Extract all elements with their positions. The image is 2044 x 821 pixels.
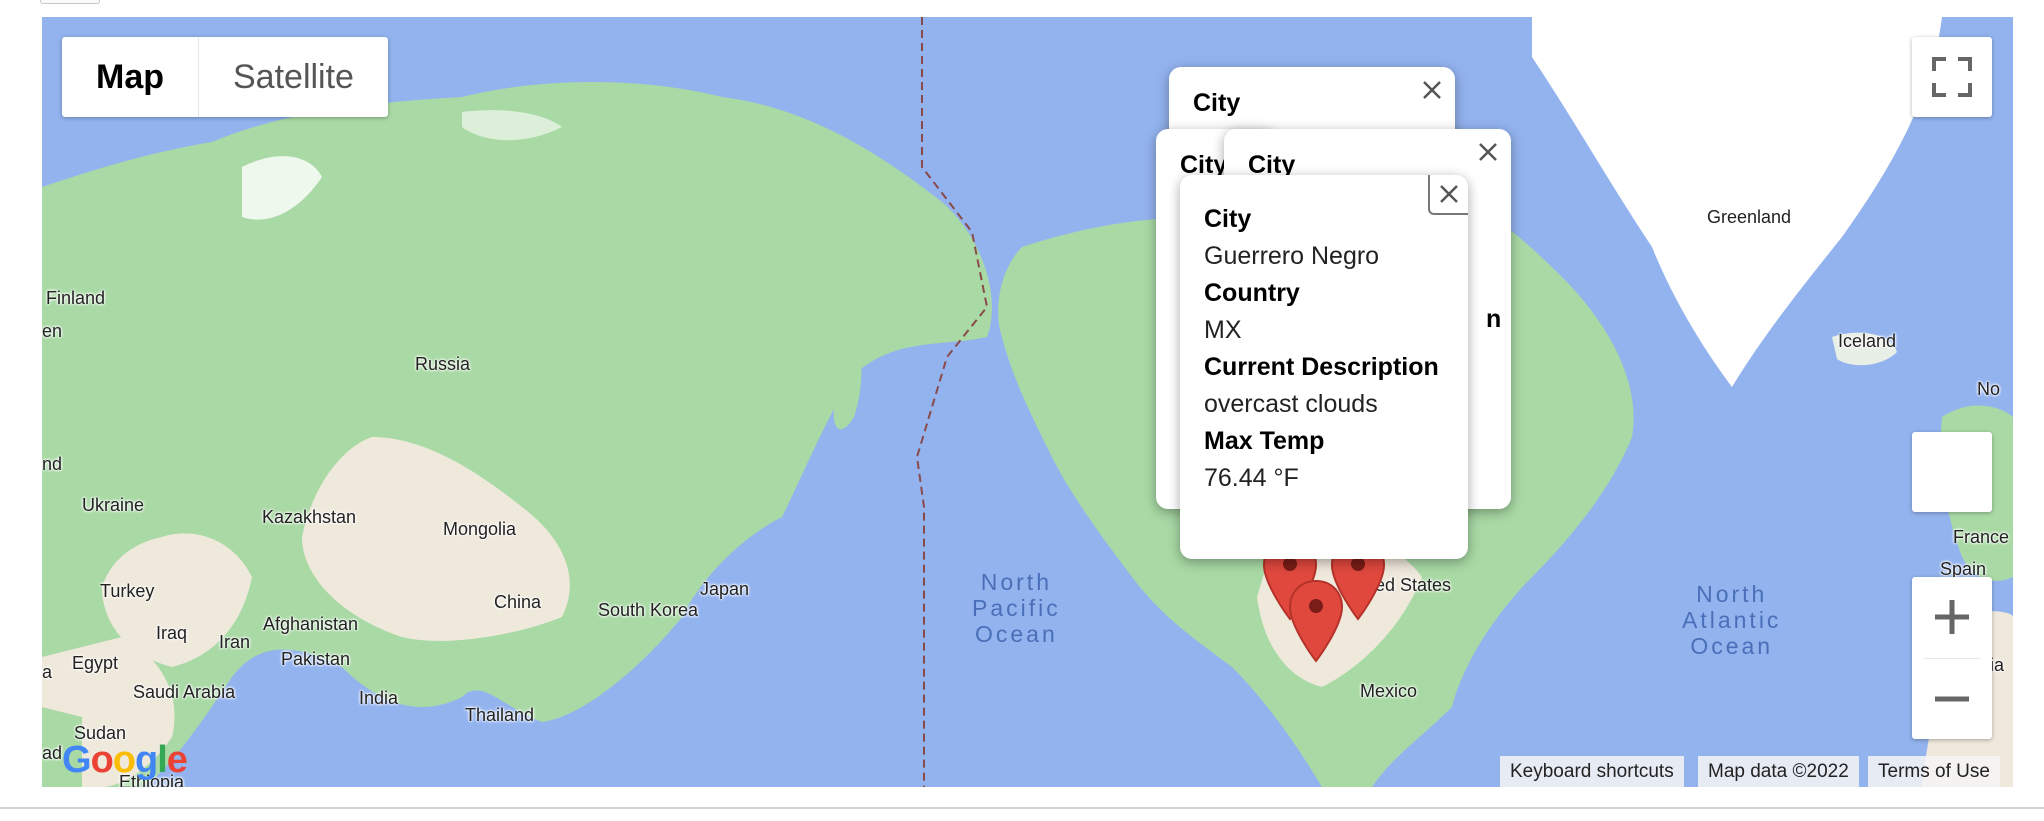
- label-afghanistan: Afghanistan: [263, 614, 359, 634]
- label-turkey: Turkey: [100, 581, 155, 601]
- label-north-atlantic-ocean: North Atlantic Ocean: [1682, 581, 1782, 659]
- label-edge-a: a: [42, 662, 53, 682]
- minus-icon[interactable]: [1912, 659, 1992, 739]
- label-south-korea: South Korea: [598, 600, 699, 620]
- label-egypt: Egypt: [72, 653, 119, 673]
- label-iceland: Iceland: [1838, 331, 1897, 351]
- country-value: MX: [1204, 316, 1242, 344]
- fullscreen-button[interactable]: [1912, 37, 1992, 117]
- label-north-pacific-ocean: North Pacific Ocean: [972, 569, 1061, 647]
- zoom-control: [1912, 577, 1992, 739]
- label-mexico: Mexico: [1360, 681, 1418, 701]
- city-value: Guerrero Negro: [1204, 242, 1380, 270]
- label-iran: Iran: [219, 632, 251, 652]
- label-saudi-arabia: Saudi Arabia: [133, 682, 236, 702]
- info-window-guerrero-negro[interactable]: City Guerrero Negro Country MX Current D…: [1180, 175, 1468, 559]
- page-bottom-divider: [0, 807, 2044, 809]
- label-pakistan: Pakistan: [281, 649, 351, 669]
- label-ukraine: Ukraine: [82, 495, 145, 515]
- label-greenland: Greenland: [1707, 207, 1792, 227]
- label-edge-ad: ad: [42, 743, 63, 763]
- top-control-stub: [40, 0, 100, 4]
- info-window-fragment: n: [1486, 305, 1502, 333]
- map-type-map-button[interactable]: Map: [62, 37, 199, 117]
- map-type-control: Map Satellite: [62, 37, 388, 117]
- google-logo: Google: [62, 739, 188, 781]
- label-iraq: Iraq: [156, 623, 188, 643]
- label-india: India: [359, 688, 399, 708]
- description-label: Current Description: [1204, 353, 1439, 381]
- basemap: [42, 17, 2013, 787]
- max-temp-label: Max Temp: [1204, 427, 1325, 455]
- map-canvas[interactable]: Finland en Russia nd Ukraine Kazakhstan …: [42, 17, 2013, 787]
- info-window-heading: City: [1193, 89, 1241, 117]
- label-russia: Russia: [415, 354, 471, 374]
- map-type-satellite-button[interactable]: Satellite: [199, 37, 388, 117]
- description-value: overcast clouds: [1204, 390, 1378, 418]
- terms-of-use-link[interactable]: Terms of Use: [1868, 756, 2000, 787]
- fullscreen-icon: [1932, 57, 1972, 97]
- label-japan: Japan: [700, 579, 750, 599]
- label-china: China: [494, 592, 542, 612]
- plus-icon[interactable]: [1912, 577, 1992, 657]
- close-icon[interactable]: [1428, 175, 1468, 215]
- map-data-attribution: Map data ©2022: [1698, 756, 1859, 787]
- label-kazakhstan: Kazakhstan: [262, 507, 357, 527]
- label-edge-nd: nd: [42, 454, 63, 474]
- country-label: Country: [1204, 279, 1300, 307]
- max-temp-value: 76.44 °F: [1204, 464, 1299, 492]
- city-label: City: [1204, 205, 1252, 233]
- label-france: France: [1953, 527, 2010, 547]
- street-view-control[interactable]: [1912, 432, 1992, 512]
- close-icon[interactable]: [1475, 139, 1501, 165]
- label-edge-en: en: [42, 321, 63, 341]
- label-finland: Finland: [46, 288, 106, 308]
- label-edge-no: No: [1977, 379, 2001, 399]
- keyboard-shortcuts-link[interactable]: Keyboard shortcuts: [1500, 756, 1684, 787]
- close-icon[interactable]: [1419, 77, 1445, 103]
- map-pin-icon[interactable]: [1286, 579, 1346, 663]
- label-mongolia: Mongolia: [443, 519, 517, 539]
- label-thailand: Thailand: [465, 705, 535, 725]
